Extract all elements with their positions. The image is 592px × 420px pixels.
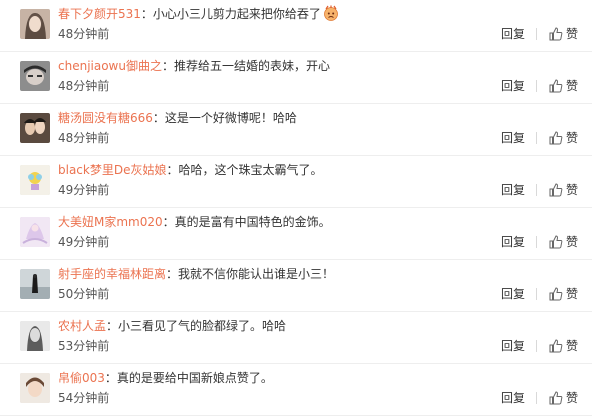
- like-label: 赞: [565, 339, 578, 353]
- like-button[interactable]: 赞: [549, 286, 578, 302]
- comment-line: 春下夕颜开531：小心小三儿剪力起来把你给吞了: [58, 4, 492, 24]
- like-button[interactable]: 赞: [549, 78, 578, 94]
- comment-item: 糖汤圆没有糖666：这是一个好微博呢！哈哈 48分钟前 回复 赞: [0, 104, 592, 156]
- divider: [536, 288, 537, 300]
- reply-button[interactable]: 回复: [501, 390, 525, 406]
- comment-text: 真的是要给中国新娘点赞了。: [116, 371, 273, 385]
- like-label: 赞: [565, 131, 578, 145]
- timestamp: 54分钟前: [58, 391, 110, 405]
- comment-item: chenjiaowu御曲之：推荐给五一结婚的表妹，开心 48分钟前 回复 赞: [0, 52, 592, 104]
- comment-line: 农村人孟：小三看见了气的脸都绿了。哈哈: [58, 316, 492, 336]
- comment-text: 这是一个好微博呢！哈哈: [164, 111, 297, 125]
- avatar[interactable]: [20, 321, 50, 351]
- comment-item: 射手座的幸福林距离：我就不信你能认出谁是小三！ 50分钟前 回复 赞: [0, 260, 592, 312]
- thumbs-up-icon: [549, 79, 563, 93]
- separator: ：: [140, 7, 153, 21]
- comment-line: 射手座的幸福林距离：我就不信你能认出谁是小三！: [58, 264, 492, 284]
- separator: ：: [161, 59, 174, 73]
- comment-item: 帛偷003：真的是要给中国新娘点赞了。 54分钟前 回复 赞: [0, 364, 592, 416]
- like-label: 赞: [565, 391, 578, 405]
- timestamp: 48分钟前: [58, 27, 110, 41]
- reply-button[interactable]: 回复: [501, 130, 525, 146]
- divider: [536, 184, 537, 196]
- divider: [536, 236, 537, 248]
- thumbs-up-icon: [549, 131, 563, 145]
- timestamp: 50分钟前: [58, 287, 110, 301]
- avatar[interactable]: [20, 9, 50, 39]
- comment-line: chenjiaowu御曲之：推荐给五一结婚的表妹，开心: [58, 56, 492, 76]
- thumbs-up-icon: [549, 183, 563, 197]
- like-label: 赞: [565, 27, 578, 41]
- avatar[interactable]: [20, 217, 50, 247]
- comment-item: 大美妞M家mm020：真的是富有中国特色的金饰。 49分钟前 回复 赞: [0, 208, 592, 260]
- divider: [536, 80, 537, 92]
- like-label: 赞: [565, 235, 578, 249]
- reply-button[interactable]: 回复: [501, 286, 525, 302]
- separator: ：: [166, 267, 179, 281]
- divider: [536, 392, 537, 404]
- angry-face-emoji: [323, 5, 339, 21]
- like-button[interactable]: 赞: [549, 338, 578, 354]
- avatar[interactable]: [20, 373, 50, 403]
- username-link[interactable]: chenjiaowu御曲之: [58, 59, 162, 73]
- username-link[interactable]: 春下夕颜开531: [58, 7, 141, 21]
- reply-button[interactable]: 回复: [501, 78, 525, 94]
- username-link[interactable]: 糖汤圆没有糖666: [58, 111, 153, 125]
- comment-text: 小心小三儿剪力起来把你给吞了: [152, 7, 321, 21]
- comment-text: 我就不信你能认出谁是小三！: [178, 267, 335, 281]
- comment-line: 糖汤圆没有糖666：这是一个好微博呢！哈哈: [58, 108, 492, 128]
- like-button[interactable]: 赞: [549, 390, 578, 406]
- timestamp: 48分钟前: [58, 131, 110, 145]
- like-button[interactable]: 赞: [549, 234, 578, 250]
- comment-text: 小三看见了气的脸都绿了。哈哈: [118, 319, 287, 333]
- separator: ：: [162, 215, 175, 229]
- username-link[interactable]: 大美妞M家mm020: [58, 215, 163, 229]
- avatar[interactable]: [20, 61, 50, 91]
- like-label: 赞: [565, 287, 578, 301]
- username-link[interactable]: 农村人孟: [58, 319, 106, 333]
- comment-item: 春下夕颜开531：小心小三儿剪力起来把你给吞了 48分钟前 回复 赞: [0, 0, 592, 52]
- comment-item: 农村人孟：小三看见了气的脸都绿了。哈哈 53分钟前 回复 赞: [0, 312, 592, 364]
- reply-button[interactable]: 回复: [501, 26, 525, 42]
- comment-line: 帛偷003：真的是要给中国新娘点赞了。: [58, 368, 492, 388]
- avatar[interactable]: [20, 113, 50, 143]
- comment-text: 推荐给五一结婚的表妹，开心: [174, 59, 331, 73]
- comment-line: 大美妞M家mm020：真的是富有中国特色的金饰。: [58, 212, 492, 232]
- like-label: 赞: [565, 183, 578, 197]
- username-link[interactable]: black梦里De灰姑娘: [58, 163, 166, 177]
- divider: [536, 340, 537, 352]
- comment-item: black梦里De灰姑娘：哈哈，这个珠宝太霸气了。 49分钟前 回复 赞: [0, 156, 592, 208]
- thumbs-up-icon: [549, 339, 563, 353]
- separator: ：: [104, 371, 117, 385]
- reply-button[interactable]: 回复: [501, 338, 525, 354]
- comment-text: 哈哈，这个珠宝太霸气了。: [178, 163, 323, 177]
- like-button[interactable]: 赞: [549, 26, 578, 42]
- separator: ：: [106, 319, 119, 333]
- thumbs-up-icon: [549, 287, 563, 301]
- timestamp: 53分钟前: [58, 339, 110, 353]
- username-link[interactable]: 射手座的幸福林距离: [58, 267, 166, 281]
- reply-button[interactable]: 回复: [501, 234, 525, 250]
- separator: ：: [152, 111, 165, 125]
- comment-list: 春下夕颜开531：小心小三儿剪力起来把你给吞了 48分钟前 回复 赞 chenj…: [0, 0, 592, 420]
- like-button[interactable]: 赞: [549, 182, 578, 198]
- timestamp: 49分钟前: [58, 183, 110, 197]
- timestamp: 49分钟前: [58, 235, 110, 249]
- separator: ：: [166, 163, 179, 177]
- comment-line: black梦里De灰姑娘：哈哈，这个珠宝太霸气了。: [58, 160, 492, 180]
- thumbs-up-icon: [549, 391, 563, 405]
- like-button[interactable]: 赞: [549, 130, 578, 146]
- thumbs-up-icon: [549, 235, 563, 249]
- thumbs-up-icon: [549, 27, 563, 41]
- like-label: 赞: [565, 79, 578, 93]
- avatar[interactable]: [20, 269, 50, 299]
- divider: [536, 132, 537, 144]
- timestamp: 48分钟前: [58, 79, 110, 93]
- reply-button[interactable]: 回复: [501, 182, 525, 198]
- divider: [536, 28, 537, 40]
- comment-text: 真的是富有中国特色的金饰。: [174, 215, 331, 229]
- username-link[interactable]: 帛偷003: [58, 371, 105, 385]
- avatar[interactable]: [20, 165, 50, 195]
